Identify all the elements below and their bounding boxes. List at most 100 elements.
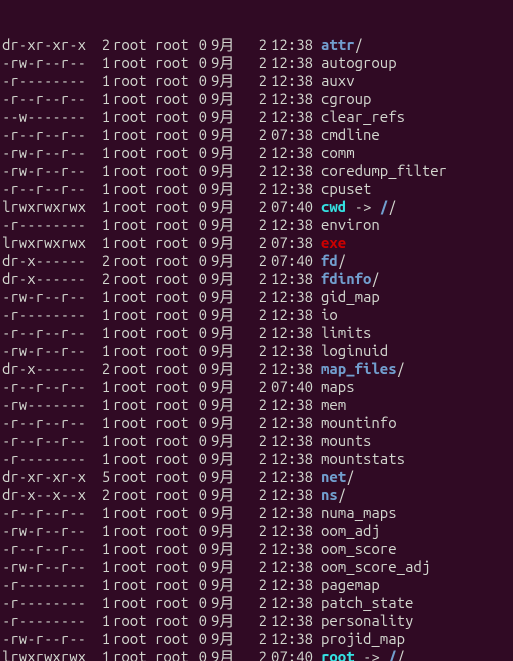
hardlinks: 1 bbox=[85, 504, 109, 522]
group: root bbox=[155, 612, 197, 630]
hardlinks: 1 bbox=[85, 162, 109, 180]
month: 9月 bbox=[207, 270, 239, 288]
list-row: -r--r--r-- 1rootroot09月 212:38limits bbox=[2, 324, 511, 342]
size: 0 bbox=[197, 180, 207, 198]
hardlinks: 1 bbox=[85, 324, 109, 342]
file-name: personality bbox=[317, 612, 413, 630]
perms: -rw-r--r-- bbox=[2, 162, 85, 180]
perms: -r-------- bbox=[2, 306, 85, 324]
month: 9月 bbox=[207, 54, 239, 72]
file-name: oom_adj bbox=[317, 522, 380, 540]
list-row: -r--r--r-- 1rootroot09月 212:38mounts bbox=[2, 432, 511, 450]
list-row: -rw-r--r-- 1rootroot09月 212:38comm bbox=[2, 144, 511, 162]
time: 12:38 bbox=[267, 450, 317, 468]
file-name: root -> // bbox=[317, 648, 405, 661]
size: 0 bbox=[197, 558, 207, 576]
file-name: cwd -> // bbox=[317, 198, 397, 216]
month: 9月 bbox=[207, 576, 239, 594]
day: 2 bbox=[239, 108, 267, 126]
perms: -r--r--r-- bbox=[2, 90, 85, 108]
perms: dr-x------ bbox=[2, 270, 85, 288]
time: 12:38 bbox=[267, 162, 317, 180]
size: 0 bbox=[197, 648, 207, 661]
hardlinks: 1 bbox=[85, 288, 109, 306]
owner: root bbox=[109, 576, 155, 594]
perms: -r--r--r-- bbox=[2, 540, 85, 558]
perms: -rw-r--r-- bbox=[2, 288, 85, 306]
perms: -r-------- bbox=[2, 594, 85, 612]
list-row: -r--r--r-- 1rootroot09月 212:38cgroup bbox=[2, 90, 511, 108]
file-name: auxv bbox=[317, 72, 355, 90]
list-row: -rw-r--r-- 1rootroot09月 212:38coredump_f… bbox=[2, 162, 511, 180]
list-row: dr-x------ 2rootroot09月 212:38fdinfo/ bbox=[2, 270, 511, 288]
size: 0 bbox=[197, 252, 207, 270]
file-name: autogroup bbox=[317, 54, 397, 72]
owner: root bbox=[109, 594, 155, 612]
perms: -r--r--r-- bbox=[2, 324, 85, 342]
file-name: mem bbox=[317, 396, 346, 414]
file-name: mountstats bbox=[317, 450, 405, 468]
day: 2 bbox=[239, 450, 267, 468]
owner: root bbox=[109, 180, 155, 198]
file-name: net/ bbox=[317, 468, 355, 486]
time: 12:38 bbox=[267, 306, 317, 324]
month: 9月 bbox=[207, 198, 239, 216]
day: 2 bbox=[239, 36, 267, 54]
month: 9月 bbox=[207, 450, 239, 468]
file-name: maps bbox=[317, 378, 355, 396]
size: 0 bbox=[197, 450, 207, 468]
group: root bbox=[155, 324, 197, 342]
time: 07:38 bbox=[267, 126, 317, 144]
terminal-output: dr-xr-xr-x 2rootroot09月 212:38attr/-rw-r… bbox=[0, 36, 513, 661]
day: 2 bbox=[239, 396, 267, 414]
list-row: -r--r--r-- 1rootroot09月 207:40maps bbox=[2, 378, 511, 396]
month: 9月 bbox=[207, 468, 239, 486]
month: 9月 bbox=[207, 522, 239, 540]
perms: -r--r--r-- bbox=[2, 126, 85, 144]
owner: root bbox=[109, 378, 155, 396]
perms: -r-------- bbox=[2, 72, 85, 90]
time: 12:38 bbox=[267, 468, 317, 486]
hardlinks: 2 bbox=[85, 270, 109, 288]
list-row: -rw-r--r-- 1rootroot09月 212:38gid_map bbox=[2, 288, 511, 306]
group: root bbox=[155, 270, 197, 288]
time: 07:38 bbox=[267, 234, 317, 252]
perms: dr-x--x--x bbox=[2, 486, 85, 504]
group: root bbox=[155, 216, 197, 234]
hardlinks: 1 bbox=[85, 234, 109, 252]
month: 9月 bbox=[207, 378, 239, 396]
day: 2 bbox=[239, 630, 267, 648]
time: 07:40 bbox=[267, 378, 317, 396]
group: root bbox=[155, 72, 197, 90]
size: 0 bbox=[197, 432, 207, 450]
group: root bbox=[155, 648, 197, 661]
owner: root bbox=[109, 288, 155, 306]
perms: -r--r--r-- bbox=[2, 378, 85, 396]
group: root bbox=[155, 54, 197, 72]
month: 9月 bbox=[207, 288, 239, 306]
day: 2 bbox=[239, 288, 267, 306]
day: 2 bbox=[239, 414, 267, 432]
perms: -r--r--r-- bbox=[2, 504, 85, 522]
group: root bbox=[155, 450, 197, 468]
time: 12:38 bbox=[267, 108, 317, 126]
size: 0 bbox=[197, 414, 207, 432]
size: 0 bbox=[197, 36, 207, 54]
size: 0 bbox=[197, 342, 207, 360]
list-row: dr-xr-xr-x 5rootroot09月 212:38net/ bbox=[2, 468, 511, 486]
list-row: -r-------- 1rootroot09月 212:38auxv bbox=[2, 72, 511, 90]
hardlinks: 1 bbox=[85, 432, 109, 450]
file-name: loginuid bbox=[317, 342, 388, 360]
month: 9月 bbox=[207, 648, 239, 661]
hardlinks: 1 bbox=[85, 72, 109, 90]
month: 9月 bbox=[207, 216, 239, 234]
month: 9月 bbox=[207, 558, 239, 576]
month: 9月 bbox=[207, 540, 239, 558]
hardlinks: 1 bbox=[85, 144, 109, 162]
month: 9月 bbox=[207, 324, 239, 342]
list-row: -r-------- 1rootroot09月 212:38io bbox=[2, 306, 511, 324]
time: 12:38 bbox=[267, 576, 317, 594]
group: root bbox=[155, 396, 197, 414]
file-name: limits bbox=[317, 324, 371, 342]
hardlinks: 2 bbox=[85, 252, 109, 270]
